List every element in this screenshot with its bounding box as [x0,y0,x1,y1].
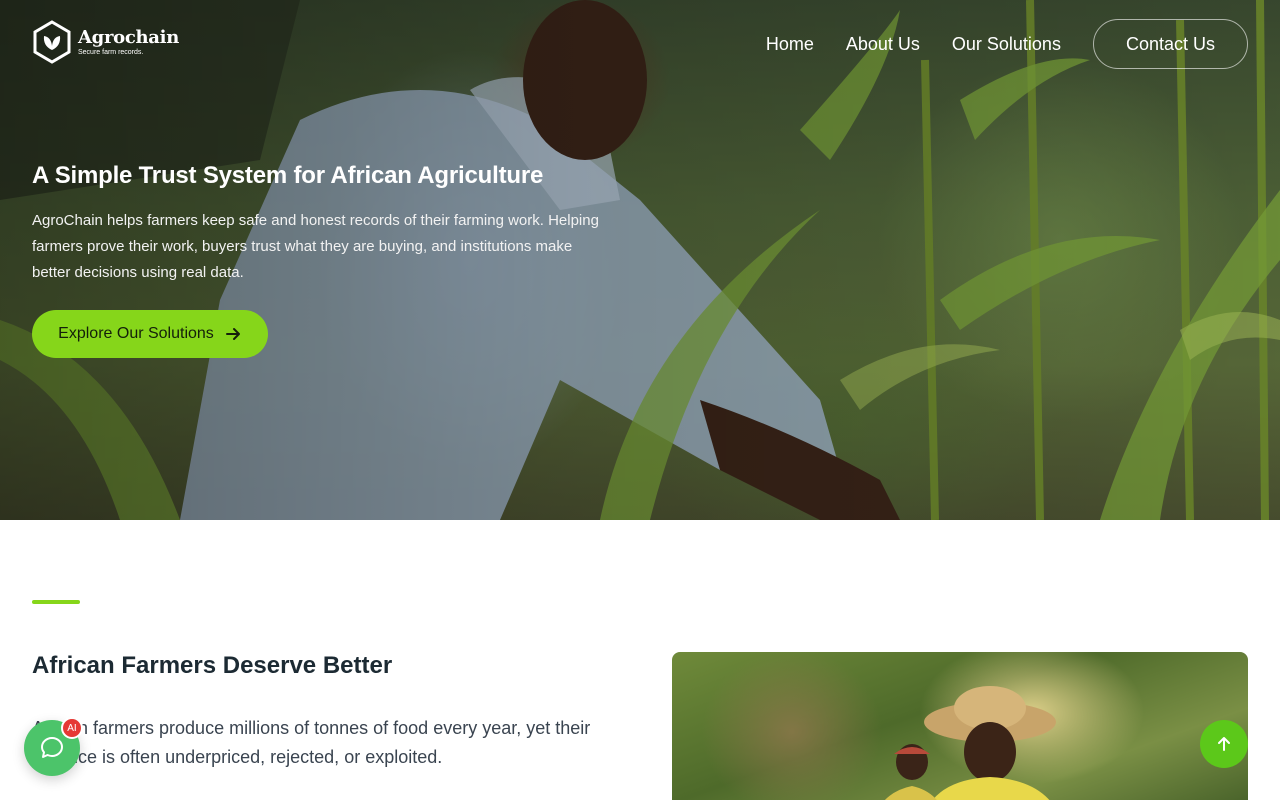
chat-bubble-icon [41,737,63,758]
nav-about-us[interactable]: About Us [846,34,920,55]
nav-our-solutions[interactable]: Our Solutions [952,34,1061,55]
farmers-photo-scene [885,686,1056,800]
contact-us-label: Contact Us [1125,33,1215,54]
arrow-up-icon [1218,737,1230,751]
hero-description: AgroChain helps farmers keep safe and ho… [32,212,599,281]
nav-home[interactable]: Home [766,34,814,55]
section-accent-divider [32,600,80,604]
brand-name: Agrochain [78,26,179,48]
arrow-right-icon [225,328,240,340]
ai-badge: AI [61,717,83,739]
contact-us-button[interactable]: Contact Us [1092,19,1248,69]
main-nav: Home About Us Our Solutions Contact Us [766,19,1248,69]
hero-title: A Simple Trust System for African Agricu… [32,162,544,189]
scroll-to-top-button[interactable] [1200,720,1248,768]
section-body: African farmers produce millions of tonn… [32,718,591,767]
brand-tagline: Secure farm records. [78,48,144,56]
explore-solutions-label: Explore Our Solutions [58,325,214,342]
brand-logo[interactable]: Agrochain Secure farm records. [32,20,179,64]
hero-section: Agrochain Secure farm records. Home Abou… [0,0,1280,520]
farmers-photo [672,652,1248,800]
section-title: African Farmers Deserve Better [32,652,393,679]
explore-solutions-button[interactable]: Explore Our Solutions [32,310,268,358]
leaf-hexagon-icon [33,20,71,64]
